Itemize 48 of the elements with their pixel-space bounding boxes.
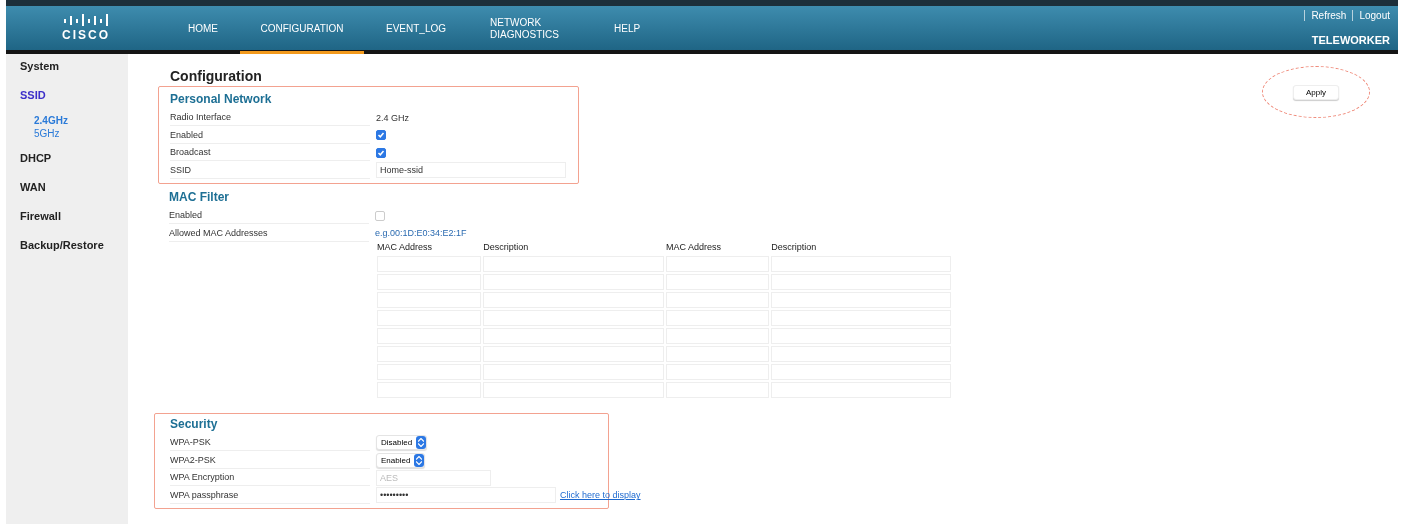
sidebar-item[interactable]: Firewall — [20, 210, 128, 239]
section-title: MAC Filter — [169, 190, 230, 204]
column-header: Description — [483, 242, 530, 254]
input-field[interactable]: Home-ssid — [376, 162, 566, 179]
user-label: TELEWORKER — [1311, 34, 1390, 46]
page-title: Configuration — [170, 68, 262, 84]
sidebar-item[interactable]: DHCP — [20, 152, 128, 181]
dropdown[interactable]: Disabled — [376, 435, 428, 451]
field-label: SSID — [170, 161, 370, 179]
hint-text: e.g.00:1D:E0:34:E2:1F — [375, 228, 467, 239]
field-label: Radio Interface — [170, 109, 370, 127]
field-label: Enabled — [170, 126, 370, 144]
logo-text: CISCO — [62, 28, 110, 42]
field-value: 2.4 GHz — [376, 112, 409, 123]
checkbox[interactable] — [376, 147, 386, 158]
header-link[interactable]: Refresh — [1311, 10, 1354, 21]
field-label: Allowed MAC Addresses — [169, 224, 369, 242]
display-link[interactable]: Click here to display — [560, 490, 641, 501]
nav-tab[interactable]: CONFIGURATION — [240, 6, 364, 54]
sidebar-item[interactable]: WAN — [20, 181, 128, 210]
logo-bars-icon — [63, 14, 109, 26]
field-label: WPA passphrase — [170, 486, 370, 504]
field-label: Enabled — [169, 207, 369, 225]
column-header: MAC Address — [377, 242, 434, 254]
section-title: Security — [170, 417, 219, 431]
sidebar-subitem[interactable]: 2.4GHz — [34, 114, 128, 127]
password-field[interactable]: ••••••••• — [376, 487, 556, 504]
nav-tab[interactable]: NETWORK DIAGNOSTICS — [468, 6, 593, 54]
column-header: Description — [771, 242, 818, 254]
field-label: WPA2-PSK — [170, 451, 370, 469]
dropdown-arrows-icon — [414, 453, 425, 467]
field-label: WPA Encryption — [170, 469, 370, 487]
nav-tab[interactable]: HELP — [592, 6, 663, 54]
field-label: WPA-PSK — [170, 434, 370, 452]
sidebar-item[interactable]: Backup/Restore — [20, 239, 128, 268]
apply-button[interactable]: Apply — [1293, 84, 1339, 100]
nav-tab[interactable]: EVENT_LOG — [364, 6, 469, 54]
sidebar-item[interactable]: System — [20, 60, 128, 89]
header-link[interactable]: Logout — [1359, 10, 1390, 21]
field-label: Broadcast — [170, 144, 370, 162]
dropdown[interactable]: Enabled — [376, 452, 426, 468]
nav-tab[interactable]: HOME — [166, 6, 240, 54]
sidebar-subitem[interactable]: 5GHz — [34, 127, 128, 140]
checkbox[interactable] — [376, 130, 386, 141]
section-title: Personal Network — [170, 92, 273, 106]
column-header: MAC Address — [666, 242, 723, 254]
checkbox[interactable] — [375, 210, 385, 221]
dropdown-arrows-icon — [416, 436, 427, 450]
